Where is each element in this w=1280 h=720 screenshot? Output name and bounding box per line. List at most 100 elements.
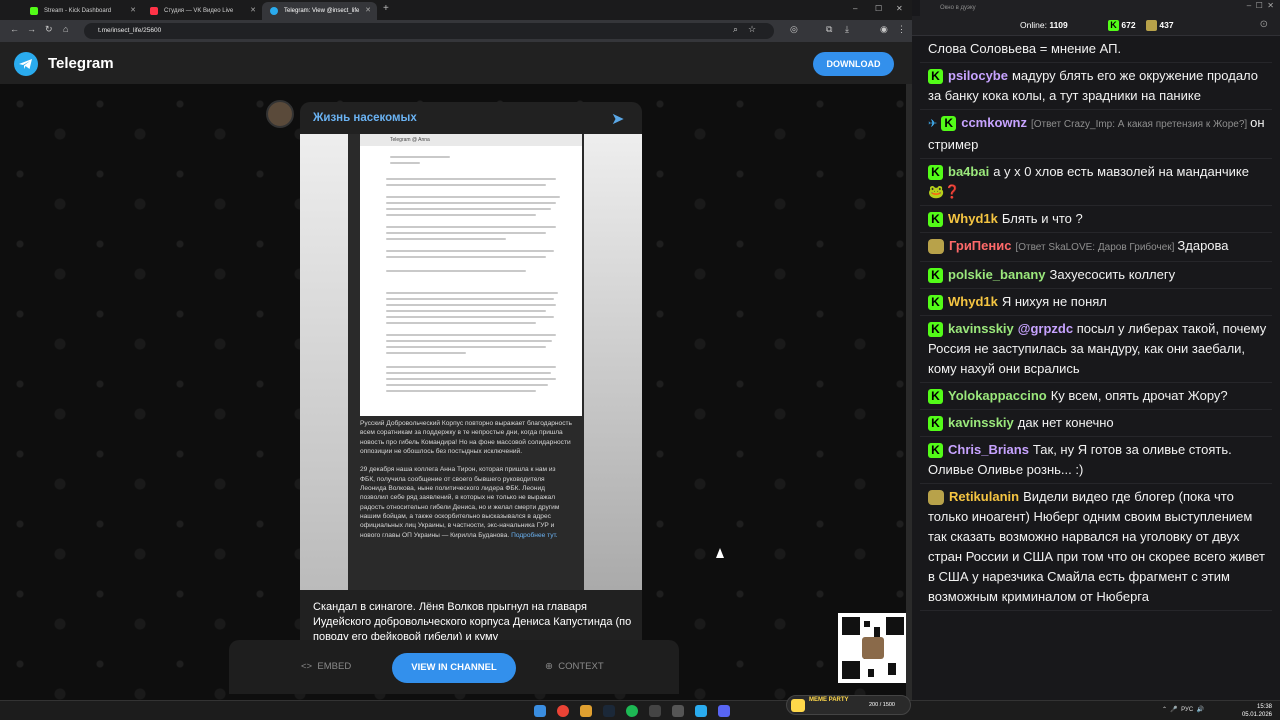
kick-badge-icon: K (928, 268, 943, 284)
windows-taskbar: ⌃ 🎤 РУС 🔊 15:38 05.01.2026 (0, 700, 1280, 720)
url-text: t.me/insect_life/25600 (98, 27, 162, 34)
post-media[interactable]: Telegram @ Anna Русский Добровольческий … (300, 134, 642, 590)
tab-kick-dashboard[interactable]: Stream - Kick Dashboard ✕ (22, 2, 142, 20)
read-more-link[interactable]: Подробнее тут. (511, 532, 558, 539)
view-in-channel-button[interactable]: VIEW IN CHANNEL (392, 653, 516, 683)
reply-reference[interactable]: [Ответ Crazy_Imp: А какая претензия к Жо… (1031, 119, 1247, 130)
chat-username[interactable]: Chris_Brians (948, 442, 1029, 457)
mouse-cursor-icon (716, 548, 724, 558)
chat-username[interactable]: Retikulanin (949, 489, 1019, 504)
gift-badge-icon (928, 490, 944, 506)
close-window-icon[interactable]: ✕ (896, 4, 903, 13)
back-icon[interactable]: ← (10, 24, 19, 34)
kick-badge-icon: K (928, 69, 943, 85)
channel-avatar[interactable] (266, 100, 294, 128)
close-icon[interactable]: ✕ (365, 2, 371, 20)
kick-icon: K (1108, 20, 1119, 32)
tab-telegram[interactable]: Telegram: View @insect_life ✕ (262, 2, 377, 20)
tab-vk-video[interactable]: Студия — VK Видео Live ✕ (142, 2, 262, 20)
chat-message: Kkavinsskiy @grpzdc посыл у либерах такой… (920, 316, 1272, 383)
globe-icon: ⊕ (545, 661, 553, 672)
online-counter: Online: 1109 (1020, 20, 1068, 30)
extension-icon[interactable]: ◎ (790, 24, 798, 35)
chat-message: Kpsilocybe мадуру блять его же окружение … (920, 63, 1272, 110)
start-icon[interactable] (534, 705, 546, 717)
spotify-icon[interactable] (626, 705, 638, 717)
download-icon[interactable]: ⤓ (845, 24, 849, 35)
chat-message: Retikulanin Видели видео где блогер (пока… (920, 484, 1272, 611)
kick-badge-icon: K (928, 295, 943, 311)
channel-title[interactable]: Жизнь насекомых (313, 112, 417, 124)
screenshot-frame: Telegram @ Anna Русский Добровольческий … (348, 134, 584, 590)
meme-party-label: MEME PARTY (809, 697, 849, 703)
gift-icon (1146, 20, 1157, 32)
chrome-icon[interactable] (557, 705, 569, 717)
steam-icon[interactable] (603, 705, 615, 717)
chat-username[interactable]: ba4bai (948, 164, 989, 179)
chat-username[interactable]: ГриПенис (949, 238, 1011, 253)
chat-screenshot: Telegram @ Anna (360, 134, 582, 416)
chat-text: Я нихуя не понял (1001, 294, 1107, 309)
search-icon[interactable]: ⌕ (733, 24, 738, 35)
chat-username[interactable]: psilocybe (948, 68, 1008, 83)
menu-icon[interactable]: ⋮ (897, 24, 906, 35)
chat-text: дак нет конечно (1017, 415, 1114, 430)
telegram-taskbar-icon[interactable] (695, 705, 707, 717)
chat-text: Слова Соловьева = мнение АП. (928, 41, 1122, 56)
kick-badge-icon: K (928, 416, 943, 432)
profile-icon[interactable]: ◉ (880, 24, 888, 35)
discord-icon[interactable] (718, 705, 730, 717)
chat-username[interactable]: Whyd1k (948, 211, 998, 226)
chat-username[interactable]: kavinsskiy (948, 321, 1014, 336)
bookmark-star-icon[interactable]: ☆ (748, 24, 756, 35)
chat-mention[interactable]: @grpzdc (1018, 321, 1073, 336)
app-icon[interactable] (672, 705, 684, 717)
settings-icon[interactable]: ⊙ (1260, 19, 1268, 30)
maximize-icon[interactable]: ☐ (875, 4, 882, 13)
media-blur-right (584, 134, 642, 590)
media-caption: Русский Добровольческий Корпус повторно … (360, 420, 574, 539)
close-icon[interactable]: ✕ (250, 2, 256, 20)
chat-text: Ку всем, опять дрочат Жору? (1050, 388, 1228, 403)
puzzle-icon[interactable]: ⧉ (826, 24, 832, 35)
qr-avatar (862, 637, 884, 659)
kick-badge-icon: K (928, 443, 943, 459)
window-controls[interactable]: – ☐ ✕ (1247, 1, 1274, 10)
browser-toolbar: ← → ↻ ⌂ t.me/insect_life/25600 ⌕ ☆ ◎ ⧉ ⤓… (0, 20, 912, 42)
obs-icon[interactable] (649, 705, 661, 717)
chat-window-title: Окно в дуэку (920, 0, 1280, 16)
chat-username[interactable]: kavinsskiy (948, 415, 1014, 430)
system-tray[interactable]: ⌃ 🎤 РУС 🔊 (1162, 706, 1204, 713)
reply-reference[interactable]: [Ответ SkaLOVE: Даров Грибочек] (1015, 242, 1174, 253)
chat-username[interactable]: polskie_banany (948, 267, 1046, 282)
new-tab-button[interactable]: + (383, 3, 389, 14)
meme-party-icon (791, 699, 805, 712)
embed-button[interactable]: <> EMBED (301, 661, 351, 672)
reload-icon[interactable]: ↻ (45, 24, 53, 35)
tab-bar: Stream - Kick Dashboard ✕ Студия — VK Ви… (0, 0, 912, 20)
address-bar[interactable]: t.me/insect_life/25600 (84, 23, 774, 39)
tab-title: Студия — VK Видео Live (164, 8, 234, 14)
telegram-plane-icon: ➤ (611, 111, 625, 128)
kick-badge-icon: K (928, 212, 943, 228)
kick-badge-icon: K (941, 116, 957, 132)
close-icon[interactable]: ✕ (130, 2, 136, 20)
context-button[interactable]: ⊕ CONTEXT (545, 661, 604, 672)
browser-window: Stream - Kick Dashboard ✕ Студия — VK Ви… (0, 0, 912, 700)
telegram-logo-icon (14, 52, 38, 76)
chat-messages[interactable]: Слова Соловьева = мнение АП. Kpsilocybe ма… (920, 36, 1272, 696)
home-icon[interactable]: ⌂ (63, 24, 68, 34)
chat-message: Слова Соловьева = мнение АП. (920, 36, 1272, 63)
chat-username[interactable]: ccmkownz (961, 115, 1027, 130)
download-button[interactable]: DOWNLOAD (813, 52, 894, 76)
chat-message: K Whyd1k Я нихуя не понял (920, 289, 1272, 316)
chat-text: Захуесосить коллегу (1049, 267, 1176, 282)
forward-icon[interactable]: → (27, 24, 36, 34)
minimize-icon[interactable]: – (853, 4, 857, 13)
folder-icon[interactable] (580, 705, 592, 717)
meme-party-progress: 200 / 1500 (869, 702, 895, 708)
chat-stats-bar: Online: 1109 K 672 437 ⊙ (912, 16, 1280, 36)
taskbar-clock[interactable]: 15:38 05.01.2026 (1226, 703, 1272, 719)
chat-username[interactable]: Yolokappaccino (948, 388, 1047, 403)
chat-username[interactable]: Whyd1k (948, 294, 998, 309)
